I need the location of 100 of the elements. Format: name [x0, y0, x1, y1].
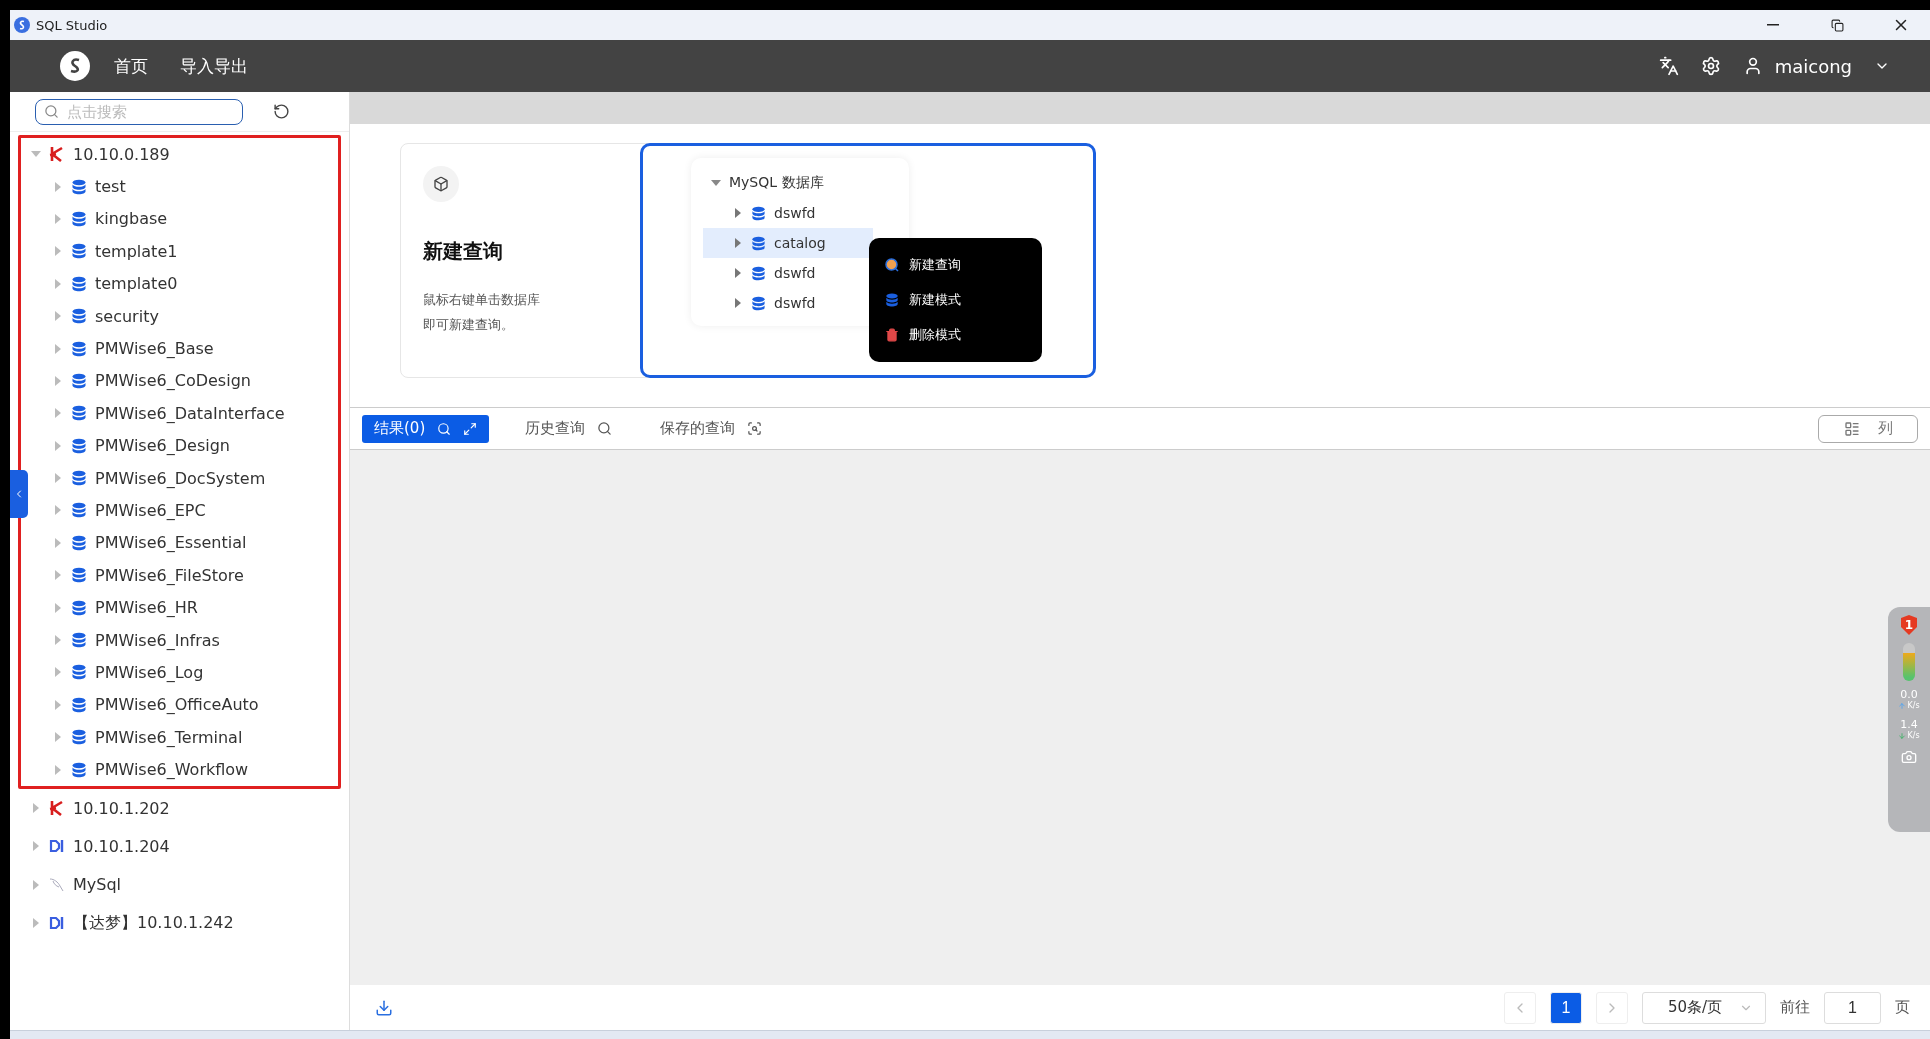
search-input[interactable]: 点击搜索 [65, 102, 225, 121]
k-logo-icon [49, 146, 65, 163]
tree-item-label[interactable]: MySql [73, 875, 122, 895]
tree-item-label[interactable]: PMWise6_Essential [95, 533, 247, 553]
download-icon[interactable] [375, 998, 393, 1017]
search-icon [437, 421, 452, 436]
tree-item-label[interactable]: PMWise6_DocSystem [95, 468, 266, 488]
shield-badge[interactable]: 1 [1901, 615, 1917, 635]
database-icon [71, 437, 87, 454]
caret-icon[interactable] [53, 537, 63, 548]
camera-icon[interactable] [1901, 749, 1917, 765]
tree-item-label[interactable]: security [95, 306, 159, 326]
nav-link[interactable]: 首页 [114, 54, 148, 78]
d-logo-icon [49, 838, 65, 855]
database-icon [71, 502, 87, 519]
caret-icon[interactable] [31, 841, 41, 852]
translate-icon[interactable] [1658, 56, 1679, 76]
expand-icon [463, 421, 478, 436]
next-page-button[interactable] [1596, 991, 1628, 1024]
result-tab[interactable]: 历史查询 [513, 414, 625, 443]
database-icon [751, 265, 766, 281]
page-size-select[interactable]: 50条/页 [1642, 991, 1766, 1024]
tree-item-label[interactable]: PMWise6_Design [95, 436, 230, 456]
caret-icon[interactable] [53, 311, 63, 322]
caret-icon[interactable] [53, 570, 63, 581]
caret-icon[interactable] [53, 473, 63, 484]
result-tab[interactable]: 结果(0) [362, 414, 490, 443]
settings-icon[interactable] [1700, 56, 1721, 76]
tree-item-label[interactable]: PMWise6_Terminal [95, 727, 243, 747]
tree-item-label[interactable]: PMWise6_EPC [95, 501, 206, 520]
columns-button[interactable]: 列 [1818, 414, 1918, 443]
arrow-up-icon [1898, 701, 1907, 710]
nav-link[interactable]: 导入导出 [180, 54, 248, 78]
caret-icon[interactable] [53, 635, 63, 646]
prev-page-button[interactable] [1504, 991, 1536, 1024]
tree-item-label[interactable]: 10.10.1.202 [73, 798, 170, 818]
app-logo[interactable] [60, 51, 90, 81]
caret-icon[interactable] [53, 505, 63, 516]
caret-icon[interactable] [53, 278, 63, 289]
tree-item-label[interactable]: 10.10.1.204 [73, 836, 170, 856]
caret-icon[interactable] [53, 440, 63, 451]
search-icon [597, 421, 613, 436]
user-name[interactable]: maicong [1774, 55, 1852, 77]
tree-item-label[interactable]: 10.10.0.189 [73, 144, 170, 164]
tree-item-label[interactable]: PMWise6_Log [95, 662, 204, 682]
tree-item-label[interactable]: PMWise6_Infras [95, 630, 220, 650]
dolphin-icon [49, 876, 65, 893]
caret-icon[interactable] [733, 268, 743, 278]
tree-item-label[interactable]: PMWise6_Workflow [95, 760, 249, 780]
tree-item-label[interactable]: PMWise6_DataInterface [95, 403, 285, 423]
tree-item-label[interactable]: template0 [95, 274, 178, 294]
search-icon [44, 104, 59, 119]
minimize-icon [1767, 24, 1779, 26]
caret-icon[interactable] [53, 246, 63, 257]
k-logo-icon [49, 800, 65, 816]
caret-icon[interactable] [53, 343, 63, 354]
tree-item-label[interactable]: test [95, 177, 126, 197]
database-icon [71, 696, 87, 713]
database-icon [71, 243, 87, 260]
caret-icon[interactable] [31, 879, 41, 890]
page-suffix: 页 [1895, 998, 1910, 1017]
tree-item-label[interactable]: PMWise6_OfficeAuto [95, 695, 259, 715]
caret-icon[interactable] [53, 764, 63, 775]
goto-page-field[interactable]: 1 [1824, 991, 1881, 1024]
caret-icon[interactable] [711, 178, 721, 188]
database-icon [751, 205, 766, 221]
menu-item-label: 删除模式 [909, 325, 961, 344]
menu-item-label: 新建模式 [909, 291, 961, 309]
tree-item-label[interactable]: 【达梦】10.10.1.242 [73, 912, 234, 934]
collapse-tab[interactable] [10, 470, 28, 518]
caret-icon[interactable] [733, 238, 743, 248]
menu-item-label: 新建查询 [909, 256, 961, 275]
app-logo-icon [14, 17, 30, 33]
caret-icon[interactable] [53, 732, 63, 743]
page-button[interactable]: 1 [1550, 991, 1582, 1024]
search-field[interactable]: 点击搜索 [35, 98, 243, 125]
caret-icon[interactable] [53, 181, 63, 192]
caret-icon[interactable] [53, 408, 63, 419]
database-icon [71, 567, 87, 584]
caret-icon[interactable] [53, 699, 63, 710]
tree-item-label[interactable]: kingbase [95, 209, 168, 229]
caret-icon[interactable] [31, 803, 41, 813]
caret-icon[interactable] [53, 602, 63, 613]
caret-icon[interactable] [733, 208, 743, 218]
caret-icon[interactable] [53, 667, 63, 678]
caret-icon[interactable] [53, 213, 63, 224]
tree-preview-label: MySQL 数据库 [729, 174, 824, 192]
database-icon [71, 340, 87, 357]
tree-item-label[interactable]: PMWise6_Base [95, 339, 214, 359]
tree-item-label[interactable]: PMWise6_FileStore [95, 565, 244, 585]
refresh-icon[interactable] [273, 103, 290, 120]
caret-icon[interactable] [31, 918, 41, 929]
database-icon [751, 235, 766, 251]
tree-item-label[interactable]: template1 [95, 241, 178, 261]
tree-preview-label: dswfd [774, 205, 816, 221]
result-tab[interactable]: 保存的查询 [648, 414, 775, 443]
caret-icon[interactable] [53, 375, 63, 386]
tree-item-label[interactable]: PMWise6_CoDesign [95, 371, 251, 391]
caret-icon[interactable] [733, 298, 743, 308]
tree-item-label[interactable]: PMWise6_HR [95, 598, 198, 618]
